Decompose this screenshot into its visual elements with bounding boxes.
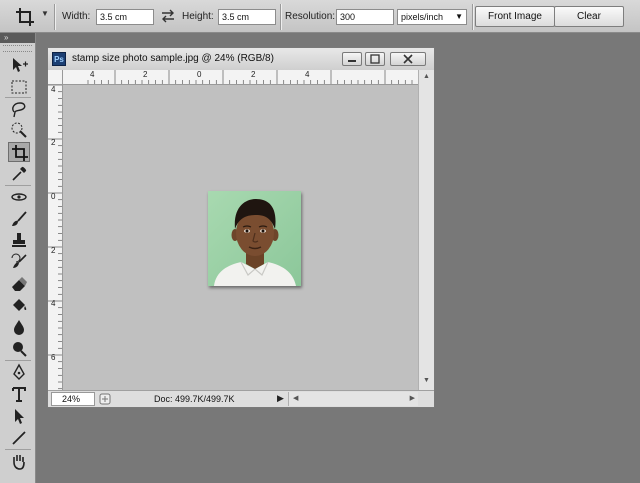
close-icon — [403, 54, 413, 64]
zoom-field[interactable]: 24% — [51, 392, 95, 406]
document-title: stamp size photo sample.jpg @ 24% (RGB/8… — [72, 53, 274, 64]
ruler-origin[interactable] — [48, 70, 63, 85]
horizontal-ruler: 4 2 0 2 4 — [63, 70, 421, 85]
width-field[interactable]: 3.5 cm — [96, 9, 154, 25]
scroll-up-icon[interactable]: ▲ — [423, 73, 430, 80]
scroll-left-icon[interactable]: ◀ — [293, 394, 298, 402]
path-selection-icon[interactable] — [8, 406, 30, 426]
height-label: Height: — [182, 11, 214, 22]
history-brush-icon[interactable] — [8, 252, 30, 272]
maximize-icon — [370, 54, 380, 64]
pen-icon[interactable] — [8, 362, 30, 382]
ruler-label: 2 — [51, 138, 56, 147]
ruler-label: 2 — [143, 70, 148, 79]
close-button[interactable] — [390, 52, 426, 66]
tools-panel: » — [0, 33, 36, 483]
height-field[interactable]: 3.5 cm — [218, 9, 276, 25]
scroll-down-icon[interactable]: ▼ — [423, 377, 430, 384]
ruler-label: 0 — [197, 70, 202, 79]
brush-icon[interactable] — [8, 209, 30, 229]
horizontal-scrollbar[interactable]: ◀ ▶ — [288, 392, 418, 406]
hand-icon[interactable] — [8, 451, 30, 471]
marquee-icon[interactable] — [8, 77, 30, 97]
paint-bucket-icon[interactable] — [8, 296, 30, 316]
status-options-icon[interactable] — [99, 393, 111, 408]
document-canvas[interactable] — [63, 85, 418, 390]
scroll-right-icon[interactable]: ▶ — [410, 394, 415, 402]
passport-photo[interactable] — [208, 191, 301, 286]
minimize-icon — [348, 60, 356, 62]
chevron-down-icon: ▼ — [455, 12, 463, 21]
ruler-label: 6 — [51, 353, 56, 362]
type-icon[interactable] — [8, 384, 30, 404]
move-icon[interactable] — [8, 55, 30, 75]
vertical-ruler: 4 2 0 2 4 6 — [48, 85, 63, 390]
ruler-label: 2 — [251, 70, 256, 79]
spot-healing-icon[interactable] — [8, 187, 30, 207]
line-icon[interactable] — [8, 428, 30, 448]
photoshop-icon: Ps — [52, 52, 66, 66]
panel-grip[interactable] — [3, 45, 32, 52]
document-size-info: Doc: 499.7K/499.7K — [154, 394, 235, 404]
crop-icon[interactable] — [14, 6, 36, 28]
dodge-icon[interactable] — [8, 339, 30, 359]
eyedropper-icon[interactable] — [8, 164, 30, 184]
crop-icon[interactable] — [8, 142, 30, 162]
eraser-icon[interactable] — [8, 274, 30, 294]
blur-icon[interactable] — [8, 317, 30, 337]
resolution-label: Resolution: — [285, 11, 336, 22]
divider — [54, 4, 55, 30]
status-menu-arrow-icon[interactable]: ▶ — [277, 393, 284, 404]
quick-selection-icon[interactable] — [8, 120, 30, 140]
divider — [472, 4, 473, 30]
ruler-label: 4 — [51, 85, 56, 94]
document-window: Ps stamp size photo sample.jpg @ 24% (RG… — [47, 47, 435, 408]
options-bar: ▼ Width: 3.5 cm Height: 3.5 cm Resolutio… — [0, 0, 640, 33]
minimize-button[interactable] — [342, 52, 362, 66]
clone-stamp-icon[interactable] — [8, 230, 30, 250]
ruler-label: 2 — [51, 246, 56, 255]
document-title-bar[interactable]: Ps stamp size photo sample.jpg @ 24% (RG… — [48, 48, 434, 70]
units-value: pixels/inch — [401, 12, 444, 22]
lasso-icon[interactable] — [8, 99, 30, 119]
clear-button[interactable]: Clear — [554, 6, 624, 27]
resolution-field[interactable]: 300 — [336, 9, 394, 25]
swap-arrows-icon[interactable] — [161, 8, 175, 27]
ruler-label: 0 — [51, 192, 56, 201]
boy-portrait-image — [208, 191, 301, 286]
ruler-label: 4 — [305, 70, 310, 79]
divider — [280, 4, 281, 30]
maximize-button[interactable] — [365, 52, 385, 66]
collapse-panel-button[interactable]: » — [0, 33, 35, 43]
width-label: Width: — [62, 11, 91, 22]
ruler-label: 4 — [51, 299, 56, 308]
ruler-label: 4 — [90, 70, 95, 79]
front-image-button[interactable]: Front Image — [475, 6, 555, 27]
status-bar: 24% Doc: 499.7K/499.7K ▶ ◀ ▶ — [48, 390, 434, 407]
resolution-units-select[interactable]: pixels/inch ▼ — [397, 9, 467, 25]
preset-dropdown-icon[interactable]: ▼ — [41, 9, 49, 18]
vertical-scrollbar[interactable]: ▲ ▼ — [418, 70, 434, 390]
